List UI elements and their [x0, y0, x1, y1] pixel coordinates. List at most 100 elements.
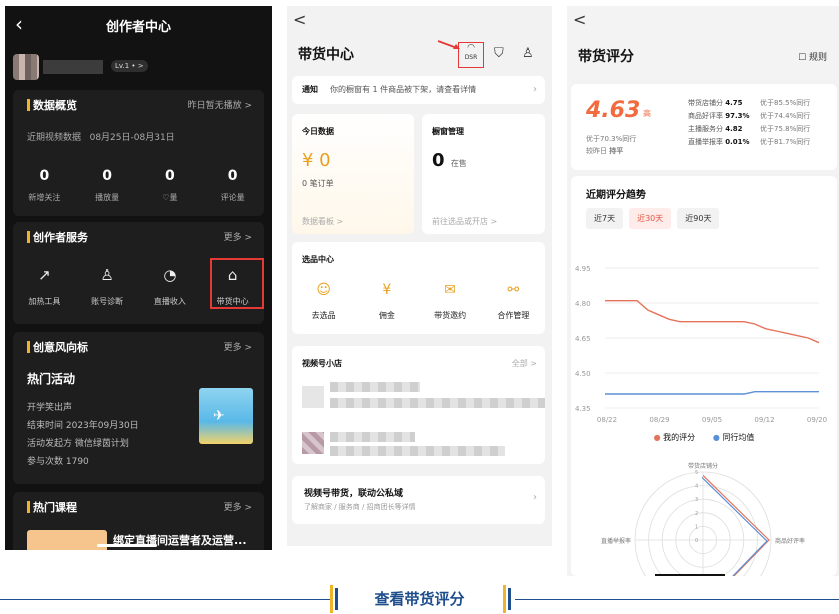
tab-90-days[interactable]: 近90天	[677, 208, 720, 229]
gauge-icon: ◠	[467, 43, 475, 53]
series-line	[605, 390, 819, 395]
today-title: 今日数据	[302, 127, 334, 136]
shield-icon[interactable]: ⛉	[494, 46, 504, 61]
score-card: 4.63 高 优于70.3%同行 较昨日 持平 带货店铺分 4.75 优于85.5…	[571, 84, 837, 170]
stat-likes[interactable]: 0 ♡量	[139, 168, 202, 203]
legend-peer-avg: 同行均值	[722, 433, 755, 442]
notice-bar[interactable]: 通知 你的橱窗有 1 件商品被下架，请查看详情 ›	[292, 76, 545, 104]
x-tick-label: 08/29	[649, 416, 669, 424]
x-tick-label: 09/12	[754, 416, 774, 424]
shelf-title: 橱窗管理	[432, 127, 464, 136]
radar-tick: 5	[695, 470, 698, 476]
peer-compare: 优于70.3%同行	[586, 135, 637, 143]
profile-row[interactable]: Lv.1 • >	[5, 42, 272, 84]
stat-comments[interactable]: 0 评论量	[201, 168, 264, 203]
blurred-text	[330, 382, 420, 392]
clock-icon: ◔	[163, 266, 177, 284]
highlight-box	[210, 258, 264, 309]
period-label: 近期视频数据	[27, 133, 82, 143]
hot-activity-title: 热门活动	[27, 372, 76, 386]
shop-item-thumb[interactable]	[302, 386, 324, 408]
x-tick-label: 09/05	[702, 416, 722, 424]
y-tick-label: 4.95	[575, 265, 591, 273]
mini-shop-card: 视频号小店 全部 >	[292, 346, 545, 464]
plane-icon: ✈	[213, 408, 225, 424]
radar-peer-avg	[701, 477, 768, 576]
shelf-count: 0 在售	[432, 150, 467, 171]
trends-more-link[interactable]: 更多 >	[224, 340, 252, 353]
selection-title: 选品中心	[302, 255, 334, 264]
radar-tick: 2	[695, 511, 698, 517]
service-account-diagnosis[interactable]: ♙ 账号诊断	[76, 266, 139, 318]
notice-label: 通知	[302, 85, 318, 94]
courses-more-link[interactable]: 更多 >	[224, 500, 252, 513]
activity-initiator: 活动发起方 微信绿茵计划	[27, 439, 129, 449]
course-thumbnail[interactable]	[27, 530, 107, 550]
score-level: 高	[643, 109, 651, 118]
y-tick-label: 4.50	[575, 370, 591, 378]
back-icon[interactable]: <	[293, 10, 306, 29]
trend-icon: ↗	[38, 266, 51, 284]
activity-thumbnail[interactable]: ✈	[199, 388, 253, 444]
overall-score: 4.63	[586, 98, 641, 123]
period-tabs: 近7天 近30天 近90天	[586, 208, 720, 229]
commission-button[interactable]: ¥ 佣金	[355, 282, 418, 321]
chevron-right-icon: ›	[533, 492, 537, 503]
dsr-button[interactable]: ◠ DSR	[458, 42, 484, 68]
rules-link[interactable]: ☐ 规则	[798, 50, 827, 63]
shop-title: 视频号小店	[302, 359, 342, 368]
blurred-text	[330, 446, 505, 456]
shelf-card[interactable]: 橱窗管理 0 在售 前往选品或开店 >	[422, 114, 545, 234]
legend-my-score: 我的评分	[663, 433, 696, 442]
chart-legend: ● 我的评分 ● 同行均值	[571, 432, 837, 443]
shop-item-thumb[interactable]	[302, 432, 324, 454]
back-icon[interactable]: <	[573, 10, 586, 29]
promo-banner[interactable]: 视频号带货，联动公私域 了解商家 / 服务商 / 招商团长等详情 ›	[292, 476, 545, 524]
mail-icon: ✉	[444, 282, 456, 298]
blurred-text	[330, 398, 545, 408]
go-select-button[interactable]: ☺ 去选品	[292, 282, 355, 321]
metric-row: 直播举报率 0.01% 优于81.7%同行	[688, 138, 811, 146]
dashboard-link[interactable]: 数据看板 >	[302, 216, 343, 227]
shop-all-link[interactable]: 全部 >	[512, 358, 537, 369]
activity-name[interactable]: 开学笑出声	[27, 400, 72, 413]
invitation-button[interactable]: ✉ 带货邀约	[419, 282, 482, 321]
yesterday-status-link[interactable]: 昨日暂无播放 >	[188, 98, 252, 111]
user-icon[interactable]: ♙	[522, 46, 534, 61]
legend-dot-peer-avg: ●	[712, 433, 720, 442]
radar-tick: 4	[695, 484, 698, 490]
trend-card: 近期评分趋势 近7天 近30天 近90天 4.95 4.80 4.65 4.50 4.3…	[571, 176, 837, 576]
service-live-income[interactable]: ◔ 直播收入	[139, 266, 202, 318]
y-tick-label: 4.35	[575, 405, 591, 413]
go-selection-link[interactable]: 前往选品或开店 >	[432, 216, 497, 227]
service-boost-tools[interactable]: ↗ 加热工具	[13, 266, 76, 318]
page-title: 带货中心	[298, 47, 354, 63]
x-tick-label: 09/20	[807, 416, 827, 424]
shelf-unit: 在售	[450, 159, 467, 168]
stats-row: 0 新增关注 0 播放量 0 ♡量 0 评论量	[13, 168, 264, 203]
shelf-value: 0	[432, 150, 445, 171]
radar-label-top: 带货店铺分	[688, 462, 718, 470]
cooperation-button[interactable]: ⚯ 合作管理	[482, 282, 545, 321]
today-data-card[interactable]: 今日数据 ¥ 0 0 笔订单 数据看板 >	[292, 114, 414, 234]
selection-grid: ☺ 去选品 ¥ 佣金 ✉ 带货邀约 ⚯ 合作管理	[292, 282, 545, 321]
yen-icon: ¥	[382, 282, 392, 298]
trend-line-chart: 4.95 4.80 4.65 4.50 4.35 08/22 08/29 09/05 09/12…	[575, 265, 827, 424]
radar-tick: 0	[695, 538, 698, 544]
level-badge[interactable]: Lv.1 • >	[111, 60, 148, 72]
metric-row: 带货店铺分 4.75 优于85.5%同行	[688, 99, 811, 107]
y-tick-label: 4.80	[575, 300, 591, 308]
stat-plays[interactable]: 0 播放量	[76, 168, 139, 203]
tab-30-days[interactable]: 近30天	[629, 208, 672, 229]
chevron-right-icon: ›	[533, 84, 537, 95]
section-accent	[27, 501, 30, 513]
services-more-link[interactable]: 更多 >	[224, 230, 252, 243]
tab-7-days[interactable]: 近7天	[586, 208, 624, 229]
notice-text: 你的橱窗有 1 件商品被下架，请查看详情	[330, 85, 477, 94]
avatar	[13, 54, 39, 80]
home-indicator	[655, 574, 725, 576]
radar-label-left: 直播举报率	[601, 537, 631, 545]
page-title: 创作者中心	[105, 20, 171, 35]
stat-new-followers[interactable]: 0 新增关注	[13, 168, 76, 203]
dsr-label: DSR	[464, 54, 478, 61]
